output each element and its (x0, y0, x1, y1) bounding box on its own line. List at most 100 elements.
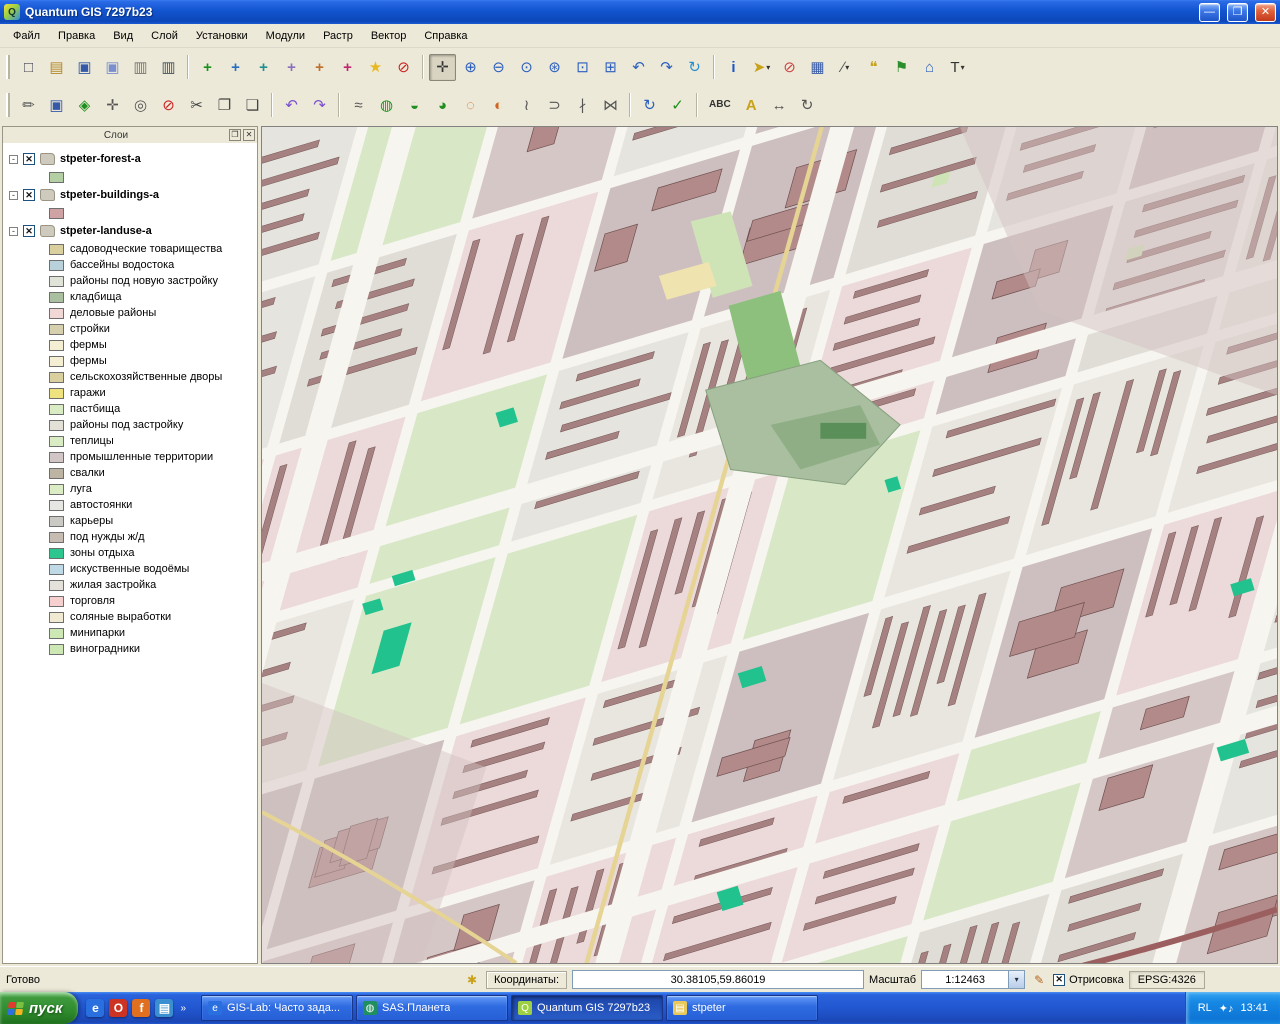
toggle-editing-button[interactable]: ✏ (15, 92, 42, 119)
move-label-button[interactable]: ↔ (766, 92, 793, 119)
chevron-down-icon[interactable]: ▾ (961, 63, 965, 72)
tray-volume-icon[interactable]: ♪ (1228, 1003, 1234, 1015)
menu-7[interactable]: Растр (314, 27, 362, 45)
paste-features-button[interactable]: ❏ (239, 92, 266, 119)
tree-expander-icon[interactable]: - (9, 191, 18, 200)
add-spatialite-layer-button[interactable]: + (278, 54, 305, 81)
panel-close-button[interactable]: ✕ (243, 129, 255, 141)
delete-selected-button[interactable]: ⊘ (155, 92, 182, 119)
launch-browser-3-icon[interactable]: f (132, 999, 150, 1017)
identify-features-button[interactable]: i (720, 54, 747, 81)
offset-curve-button[interactable]: ⊃ (541, 92, 568, 119)
layer-checkbox[interactable]: ✕ (23, 153, 35, 165)
menu-3[interactable]: Вид (104, 27, 142, 45)
tree-expander-icon[interactable]: - (9, 155, 18, 164)
add-raster-layer-button[interactable]: + (222, 54, 249, 81)
node-tool-button[interactable]: ◎ (127, 92, 154, 119)
toolbar-grip[interactable] (6, 55, 10, 79)
layer-row[interactable]: -✕stpeter-forest-a (3, 149, 257, 169)
labeling-button[interactable]: ABC (703, 92, 737, 119)
zoom-in-button[interactable]: ⊕ (457, 54, 484, 81)
menu-2[interactable]: Правка (49, 27, 104, 45)
zoom-next-button[interactable]: ↷ (653, 54, 680, 81)
add-vector-layer-button[interactable]: + (194, 54, 221, 81)
panel-float-button[interactable]: ❐ (229, 129, 241, 141)
rotate-point-symbols-button[interactable]: ↻ (636, 92, 663, 119)
zoom-to-selection-button[interactable]: ⊡ (569, 54, 596, 81)
clock[interactable]: 13:41 (1240, 1002, 1268, 1014)
layers-panel-header[interactable]: Слои ❐ ✕ (3, 127, 257, 143)
menu-4[interactable]: Слой (142, 27, 187, 45)
pan-map-button[interactable]: ✛ (429, 54, 456, 81)
layer-row[interactable]: -✕stpeter-buildings-a (3, 185, 257, 205)
split-features-button[interactable]: ∤ (569, 92, 596, 119)
task-button-1[interactable]: eGIS-Lab: Часто зада... (201, 995, 353, 1021)
change-label-button[interactable]: A (738, 92, 765, 119)
layer-checkbox[interactable]: ✕ (23, 225, 35, 237)
deselect-features-button[interactable]: ⊘ (776, 54, 803, 81)
zoom-last-button[interactable]: ↶ (625, 54, 652, 81)
minimize-button[interactable]: — (1199, 3, 1220, 22)
close-button[interactable]: ✕ (1255, 3, 1276, 22)
merge-features-button[interactable]: ⋈ (597, 92, 624, 119)
check-geometry-button[interactable]: ✓ (664, 92, 691, 119)
menu-6[interactable]: Модули (257, 27, 314, 45)
launch-browser-2-icon[interactable]: O (109, 999, 127, 1017)
launch-browser-1-icon[interactable]: e (86, 999, 104, 1017)
measure-button[interactable]: ∕▾ (832, 54, 859, 81)
task-button-2[interactable]: ◍SAS.Планета (356, 995, 508, 1021)
select-features-button[interactable]: ➤▾ (748, 54, 775, 81)
task-button-4[interactable]: ▤stpeter (666, 995, 818, 1021)
fill-ring-button[interactable]: ◕ (429, 92, 456, 119)
menu-9[interactable]: Справка (415, 27, 476, 45)
menu-1[interactable]: Файл (4, 27, 49, 45)
save-project-as-button[interactable]: ▣ (99, 54, 126, 81)
layer-checkbox[interactable]: ✕ (23, 189, 35, 201)
tree-expander-icon[interactable]: - (9, 227, 18, 236)
capture-polygon-button[interactable]: ◈ (71, 92, 98, 119)
chevron-down-icon[interactable]: ▾ (845, 63, 849, 72)
new-print-composer-button[interactable]: ▥ (127, 54, 154, 81)
zoom-full-extent-button[interactable]: ⊛ (541, 54, 568, 81)
quick-launch-more-icon[interactable]: » (178, 1003, 188, 1014)
render-checkbox[interactable]: ✕ (1053, 974, 1065, 986)
move-feature-button[interactable]: ✛ (99, 92, 126, 119)
coordinates-toggle-button[interactable]: Координаты: (486, 971, 567, 989)
new-bookmark-button[interactable]: ⚑ (888, 54, 915, 81)
start-button[interactable]: пуск (0, 992, 78, 1024)
save-edits-button[interactable]: ▣ (43, 92, 70, 119)
add-part-button[interactable]: ◒ (401, 92, 428, 119)
scale-combo[interactable]: 1:12463 ▾ (921, 970, 1025, 989)
redo-button[interactable]: ↷ (306, 92, 333, 119)
copy-features-button[interactable]: ❐ (211, 92, 238, 119)
delete-ring-button[interactable]: ◌ (457, 92, 484, 119)
map-tips-button[interactable]: ❝ (860, 54, 887, 81)
map-canvas[interactable] (261, 126, 1278, 964)
zoom-out-button[interactable]: ⊖ (485, 54, 512, 81)
open-project-button[interactable]: ▤ (43, 54, 70, 81)
show-bookmarks-button[interactable]: ⌂ (916, 54, 943, 81)
maximize-button[interactable]: ❐ (1227, 3, 1248, 22)
new-project-button[interactable]: □ (15, 54, 42, 81)
coordinates-input[interactable] (572, 970, 864, 989)
render-progress-icon[interactable]: ✱ (463, 971, 481, 989)
menu-5[interactable]: Установки (187, 27, 257, 45)
text-annotation-button[interactable]: T▾ (944, 54, 971, 81)
print-button[interactable]: ▥ (155, 54, 182, 81)
delete-part-button[interactable]: ◐ (485, 92, 512, 119)
tray-update-icon[interactable]: ✦ (1219, 1003, 1228, 1015)
menu-8[interactable]: Вектор (362, 27, 416, 45)
keyboard-layout-indicator[interactable]: RL (1198, 1002, 1212, 1014)
open-attribute-table-button[interactable]: ▦ (804, 54, 831, 81)
save-project-button[interactable]: ▣ (71, 54, 98, 81)
add-ring-button[interactable]: ◍ (373, 92, 400, 119)
undo-button[interactable]: ↶ (278, 92, 305, 119)
render-checkbox-group[interactable]: ✕ Отрисовка (1053, 974, 1124, 986)
new-shapefile-layer-button[interactable]: ★ (362, 54, 389, 81)
add-postgis-layer-button[interactable]: + (250, 54, 277, 81)
chevron-down-icon[interactable]: ▾ (1008, 971, 1024, 988)
crs-status-button[interactable]: EPSG:4326 (1129, 971, 1205, 989)
task-button-3[interactable]: QQuantum GIS 7297b23 (511, 995, 663, 1021)
reshape-features-button[interactable]: ≀ (513, 92, 540, 119)
chevron-down-icon[interactable]: ▾ (766, 63, 770, 72)
